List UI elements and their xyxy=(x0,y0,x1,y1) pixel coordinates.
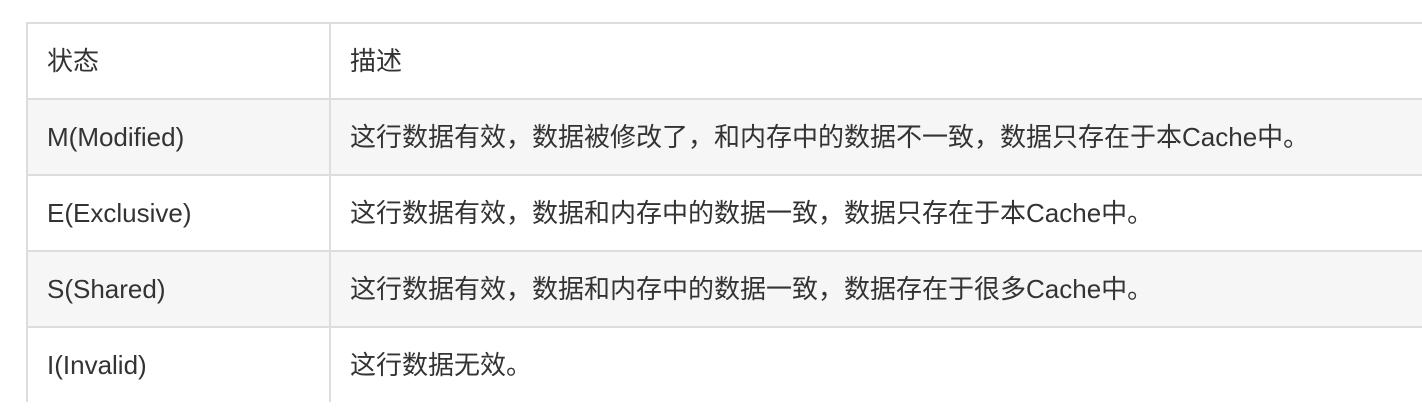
table-header-row: 状态 描述 xyxy=(26,22,1422,100)
row-state: S(Shared) xyxy=(26,250,331,328)
table-row: E(Exclusive) 这行数据有效，数据和内存中的数据一致，数据只存在于本C… xyxy=(26,174,1422,252)
mesi-state-table: 状态 描述 M(Modified) 这行数据有效，数据被修改了，和内存中的数据不… xyxy=(26,22,1422,402)
header-state: 状态 xyxy=(26,22,331,100)
row-state: M(Modified) xyxy=(26,98,331,176)
row-description: 这行数据有效，数据和内存中的数据一致，数据存在于很多Cache中。 xyxy=(329,250,1422,328)
mesi-state-table-container: 状态 描述 M(Modified) 这行数据有效，数据被修改了，和内存中的数据不… xyxy=(26,22,1422,402)
table-row: S(Shared) 这行数据有效，数据和内存中的数据一致，数据存在于很多Cach… xyxy=(26,250,1422,328)
table-row: M(Modified) 这行数据有效，数据被修改了，和内存中的数据不一致，数据只… xyxy=(26,98,1422,176)
row-description: 这行数据有效，数据和内存中的数据一致，数据只存在于本Cache中。 xyxy=(329,174,1422,252)
table-row: I(Invalid) 这行数据无效。 xyxy=(26,326,1422,402)
row-description: 这行数据有效，数据被修改了，和内存中的数据不一致，数据只存在于本Cache中。 xyxy=(329,98,1422,176)
header-description: 描述 xyxy=(329,22,1422,100)
row-description: 这行数据无效。 xyxy=(329,326,1422,402)
row-state: I(Invalid) xyxy=(26,326,331,402)
row-state: E(Exclusive) xyxy=(26,174,331,252)
